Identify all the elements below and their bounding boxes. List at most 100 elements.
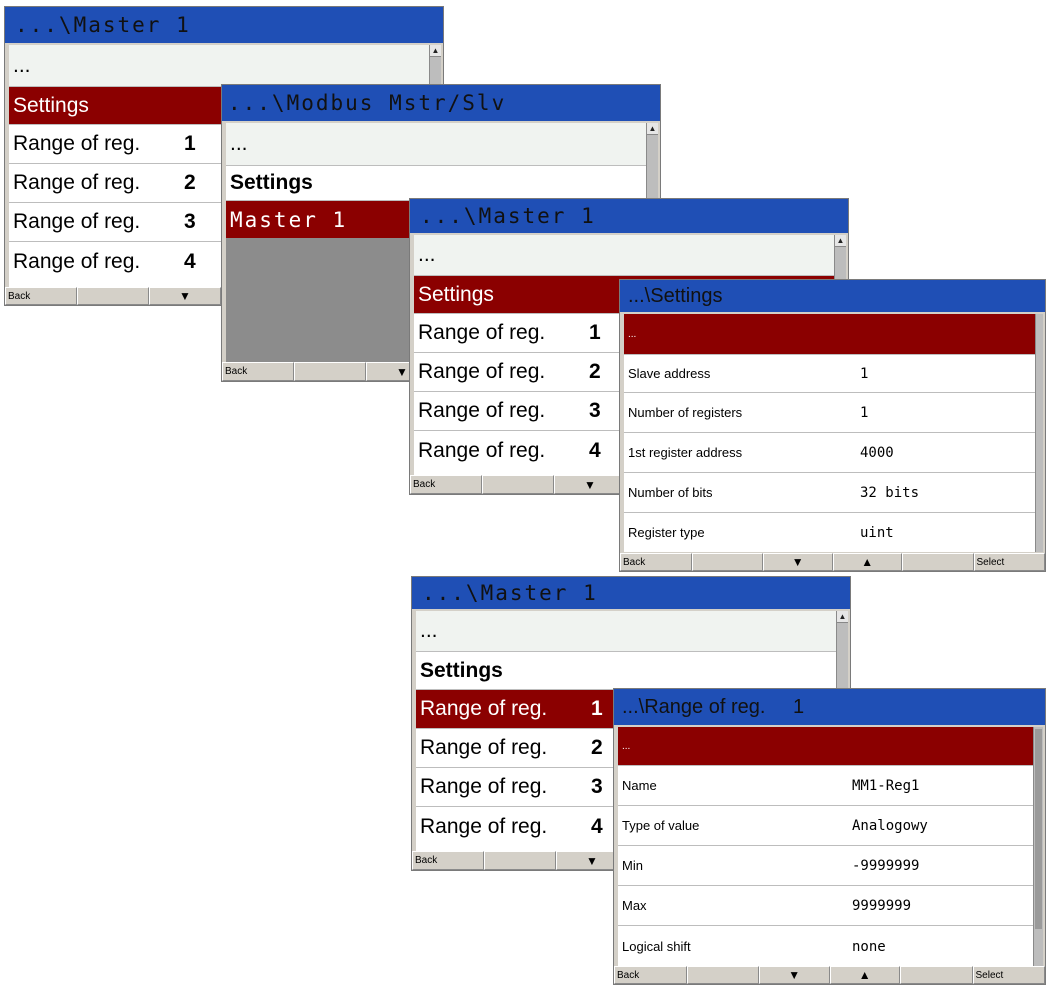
settings-label: Settings: [420, 658, 503, 682]
param-row-type-of-value[interactable]: Type of value Analogowy: [618, 805, 1033, 845]
scroll-up-icon[interactable]: ▲: [647, 123, 658, 135]
scroll-up-icon[interactable]: ▲: [430, 45, 441, 57]
param-row-slave-address[interactable]: Slave address 1: [624, 354, 1035, 392]
range-number: 4: [184, 249, 196, 273]
list-item-parent[interactable]: ...: [416, 611, 836, 651]
range-number: 1: [591, 697, 603, 720]
window-title: ...\Master 1: [422, 581, 598, 605]
down-arrow-button[interactable]: ▼: [149, 287, 221, 305]
param-row-register-type[interactable]: Register type uint: [624, 512, 1035, 552]
empty-button[interactable]: [686, 966, 759, 984]
screen-settings-params: ...\Settings ... Slave address 1 Number …: [619, 279, 1046, 572]
param-label: Min: [622, 858, 643, 873]
parent-dots-label: ...: [420, 619, 438, 642]
param-row-1st-register-address[interactable]: 1st register address 4000: [624, 432, 1035, 472]
up-arrow-button[interactable]: ▲: [832, 553, 902, 571]
param-label: Slave address: [628, 366, 711, 381]
scrollbar[interactable]: [1033, 727, 1043, 967]
param-label: Max: [622, 898, 647, 913]
title-bar: ...\Settings: [620, 280, 1045, 312]
range-label: Range of reg.: [13, 249, 141, 273]
settings-label: Settings: [13, 93, 89, 117]
list-item-settings[interactable]: Settings: [226, 165, 646, 200]
param-value: -9999999: [852, 857, 920, 874]
settings-label: Settings: [418, 282, 494, 306]
param-label: 1st register address: [628, 445, 743, 460]
param-row-number-of-bits[interactable]: Number of bits 32 bits: [624, 472, 1035, 512]
list-item-parent[interactable]: ...: [9, 45, 429, 86]
empty-button[interactable]: [902, 553, 974, 571]
back-button[interactable]: Back: [412, 851, 484, 870]
list-item-parent[interactable]: ...: [226, 123, 646, 165]
list-item-parent[interactable]: ...: [624, 314, 1035, 354]
param-row-min[interactable]: Min -9999999: [618, 845, 1033, 885]
range-label: Range of reg.: [13, 210, 141, 233]
param-value: 32 bits: [860, 484, 920, 501]
down-arrow-button[interactable]: ▼: [763, 553, 833, 571]
scrollbar[interactable]: [1035, 314, 1043, 552]
empty-button[interactable]: [691, 553, 763, 571]
param-row-name[interactable]: Name MM1-Reg1: [618, 765, 1033, 805]
param-label: Type of value: [622, 818, 700, 833]
param-label: Logical shift: [622, 939, 691, 954]
window-title: ...\Master 1: [15, 13, 191, 37]
param-value: 1: [860, 404, 869, 421]
range-number: 1: [184, 132, 196, 155]
range-number: 2: [589, 360, 601, 383]
empty-button[interactable]: [77, 287, 149, 305]
param-row-number-of-registers[interactable]: Number of registers 1: [624, 392, 1035, 432]
range-number: 4: [589, 438, 601, 462]
select-button[interactable]: Select: [973, 553, 1045, 571]
down-arrow-button[interactable]: ▼: [759, 966, 830, 984]
parent-dots-label: ...: [230, 132, 248, 155]
settings-label: Settings: [230, 171, 313, 194]
back-button[interactable]: Back: [620, 553, 692, 571]
param-value: 9999999: [852, 897, 912, 914]
empty-button[interactable]: [294, 362, 366, 381]
param-row-logical-shift[interactable]: Logical shift none: [618, 925, 1033, 967]
scroll-up-icon[interactable]: ▲: [835, 235, 846, 247]
window-title: ...\Range of reg.: [622, 696, 766, 718]
range-label: Range of reg.: [420, 814, 548, 838]
back-button[interactable]: Back: [410, 475, 482, 494]
window-title: ...\Settings: [628, 285, 723, 307]
window-title: ...\Modbus Mstr/Slv: [228, 91, 507, 115]
back-button[interactable]: Back: [614, 966, 687, 984]
param-label: Register type: [628, 525, 705, 540]
up-arrow-button[interactable]: ▲: [829, 966, 900, 984]
scroll-thumb[interactable]: [1035, 729, 1042, 929]
title-bar: ...\Range of reg. 1: [614, 689, 1045, 725]
param-row-max[interactable]: Max 9999999: [618, 885, 1033, 925]
range-label: Range of reg.: [420, 775, 548, 798]
list-item-settings[interactable]: Settings: [416, 651, 836, 689]
list-item-parent[interactable]: ...: [618, 727, 1033, 765]
list-item-parent[interactable]: ...: [414, 235, 834, 275]
scroll-up-icon[interactable]: ▲: [837, 611, 848, 623]
range-number: 3: [589, 399, 601, 422]
param-list: ... Slave address 1 Number of registers …: [624, 314, 1035, 552]
window-title: ...\Master 1: [420, 204, 596, 228]
select-button[interactable]: Select: [972, 966, 1045, 984]
down-arrow-button[interactable]: ▼: [554, 475, 626, 494]
range-number: 4: [591, 814, 603, 838]
title-bar: ...\Master 1: [412, 577, 850, 609]
title-bar: ...\Modbus Mstr/Slv: [222, 85, 660, 121]
range-label: Range of reg.: [13, 132, 141, 155]
range-label: Range of reg.: [418, 360, 546, 383]
back-button[interactable]: Back: [222, 362, 294, 381]
param-list: ... Name MM1-Reg1 Type of value Analogow…: [618, 727, 1033, 967]
range-number: 2: [184, 171, 196, 194]
range-label: Range of reg.: [418, 321, 546, 344]
back-button[interactable]: Back: [5, 287, 77, 305]
footer-bar: Back ▼ ▲ Select: [620, 553, 1045, 571]
param-label: Number of bits: [628, 485, 713, 500]
param-value: uint: [860, 524, 894, 541]
empty-button[interactable]: [484, 851, 556, 870]
parent-dots-label: ...: [622, 740, 631, 752]
screen-range-params: ...\Range of reg. 1 ... Name MM1-Reg1 Ty…: [613, 688, 1046, 985]
range-number: 2: [591, 736, 603, 759]
range-label: Range of reg.: [418, 438, 546, 462]
empty-button[interactable]: [900, 966, 973, 984]
empty-button[interactable]: [482, 475, 554, 494]
range-label: Range of reg.: [13, 171, 141, 194]
